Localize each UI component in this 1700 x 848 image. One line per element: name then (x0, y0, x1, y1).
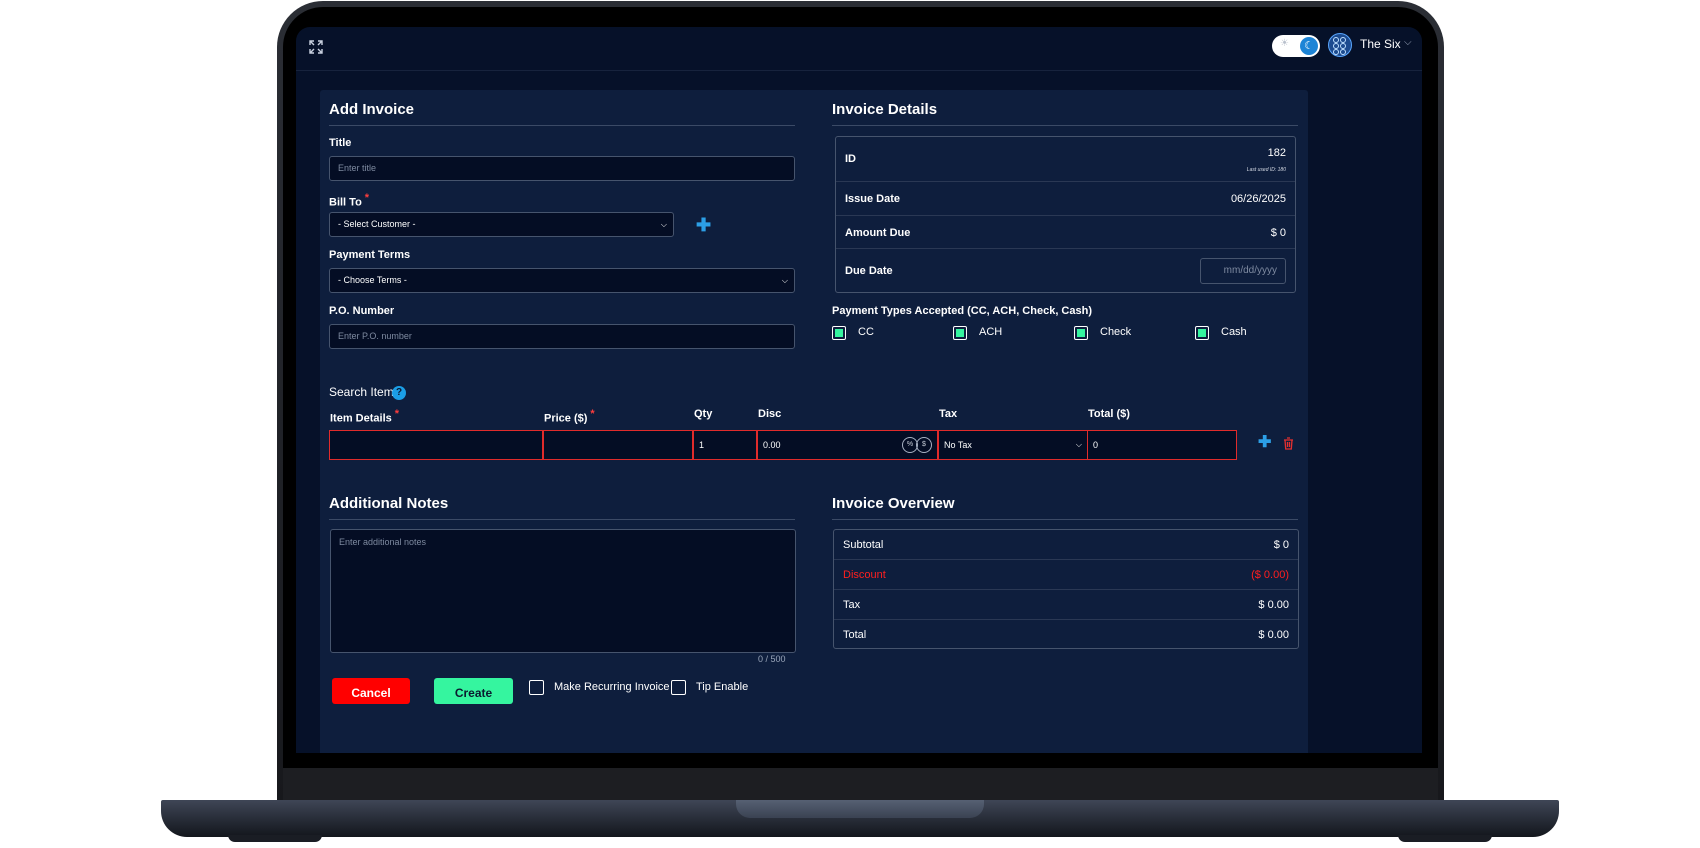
org-logo-icon[interactable] (1328, 33, 1352, 57)
additional-notes-title: Additional Notes (329, 495, 795, 520)
col-qty: Qty (694, 408, 713, 420)
col-item-details: Item Details * (330, 408, 400, 425)
col-disc: Disc (758, 408, 782, 420)
invoice-details-box: ID 182 Last used ID: 180 Issue Date 06/2… (835, 136, 1296, 293)
overview-row-tax: Tax $ 0.00 (834, 590, 1298, 620)
payment-types-label: Payment Types Accepted (CC, ACH, Check, … (832, 305, 1092, 317)
checkbox-ach[interactable] (953, 326, 967, 340)
overview-row-total: Total $ 0.00 (843, 629, 1289, 641)
overview-row-discount: Discount ($ 0.00) (834, 560, 1298, 590)
amount-due-row: Amount Due $ 0 (836, 216, 1295, 249)
payment-terms-label: Payment Terms (329, 249, 411, 261)
chevron-down-icon[interactable]: ⌵ (1404, 37, 1412, 48)
moon-icon: ☾ (1300, 37, 1318, 55)
title-input[interactable]: Enter title (329, 156, 795, 181)
checkbox-cash[interactable] (1195, 326, 1209, 340)
theme-toggle[interactable]: ☀ ☾ (1272, 35, 1320, 57)
chevron-down-icon: ⌵ (1075, 440, 1082, 449)
chevron-down-icon: ⌵ (781, 276, 788, 285)
customer-select[interactable]: - Select Customer - ⌵ (329, 212, 674, 237)
title-label: Title (329, 137, 352, 149)
trash-icon[interactable] (1283, 437, 1294, 450)
total-input: 0 (1087, 430, 1237, 460)
checkbox-check[interactable] (1074, 326, 1088, 340)
col-price: Price ($) * (544, 408, 595, 425)
item-details-input[interactable] (329, 430, 543, 460)
recurring-invoice-checkbox[interactable] (529, 680, 544, 695)
laptop-foot-left (228, 835, 322, 842)
col-tax: Tax (939, 408, 958, 420)
invoice-overview-title: Invoice Overview (832, 495, 1298, 520)
checkbox-cc[interactable] (832, 326, 846, 340)
bill-to-label: Bill To * (329, 192, 370, 209)
chevron-down-icon: ⌵ (660, 220, 667, 229)
tip-enable-checkbox[interactable] (671, 680, 686, 695)
notes-char-count: 0 / 500 (758, 654, 786, 664)
issue-date-row: Issue Date 06/26/2025 (836, 182, 1295, 216)
issue-date-label: Issue Date (845, 193, 901, 205)
help-icon[interactable]: ? (392, 386, 406, 400)
recurring-invoice-label: Make Recurring Invoice (554, 681, 670, 693)
tax-select[interactable]: No Tax ⌵ (938, 430, 1088, 460)
id-label: ID (845, 153, 856, 165)
amount-due-label: Amount Due (845, 227, 911, 239)
create-button[interactable]: Create (434, 678, 513, 704)
add-invoice-title: Add Invoice (329, 101, 795, 126)
sun-icon: ☀ (1280, 38, 1289, 49)
due-date-input[interactable]: mm/dd/yyyy (1200, 258, 1286, 284)
issue-date-value: 06/26/2025 (1230, 193, 1286, 205)
po-number-label: P.O. Number (329, 305, 395, 317)
due-date-label: Due Date (845, 265, 893, 277)
amount-due-value: $ 0 (1270, 227, 1286, 239)
laptop-notch (736, 800, 984, 818)
search-item-label: Search Item (329, 385, 394, 399)
due-date-row: Due Date mm/dd/yyyy (836, 249, 1295, 292)
discount-input[interactable]: 0.00 % $ (757, 430, 938, 460)
payment-terms-select[interactable]: - Choose Terms - ⌵ (329, 268, 795, 293)
invoice-form-panel: Add Invoice Title Enter title Bill To * -… (320, 90, 1308, 753)
last-used-id: Last used ID: 180 (1246, 167, 1286, 173)
id-row: ID 182 Last used ID: 180 (836, 137, 1295, 182)
laptop-foot-right (1398, 835, 1492, 842)
additional-notes-textarea[interactable]: Enter additional notes (330, 529, 796, 653)
tip-enable-label: Tip Enable (696, 681, 749, 693)
overview-row-subtotal: Subtotal $ 0 (834, 530, 1298, 560)
discount-dollar-button[interactable]: $ (916, 437, 932, 453)
col-total: Total ($) (1088, 408, 1130, 420)
expand-icon[interactable] (308, 39, 324, 55)
org-name[interactable]: The Six (1360, 37, 1401, 51)
qty-input[interactable]: 1 (693, 430, 757, 460)
price-input[interactable] (543, 430, 693, 460)
top-bar: ☀ ☾ The Six ⌵ (296, 27, 1422, 71)
po-number-input[interactable]: Enter P.O. number (329, 324, 795, 349)
add-customer-button[interactable]: ✚ (696, 215, 711, 236)
add-item-button[interactable]: ✚ (1258, 432, 1271, 452)
app-screen: ☀ ☾ The Six ⌵ Add Invoice Title Enter ti… (296, 27, 1422, 753)
invoice-overview-table: Subtotal $ 0 Discount ($ 0.00) Tax $ 0.0… (833, 529, 1299, 649)
id-value: 182 (1267, 147, 1286, 159)
invoice-details-title: Invoice Details (832, 101, 1298, 126)
cancel-button[interactable]: Cancel (332, 678, 410, 704)
